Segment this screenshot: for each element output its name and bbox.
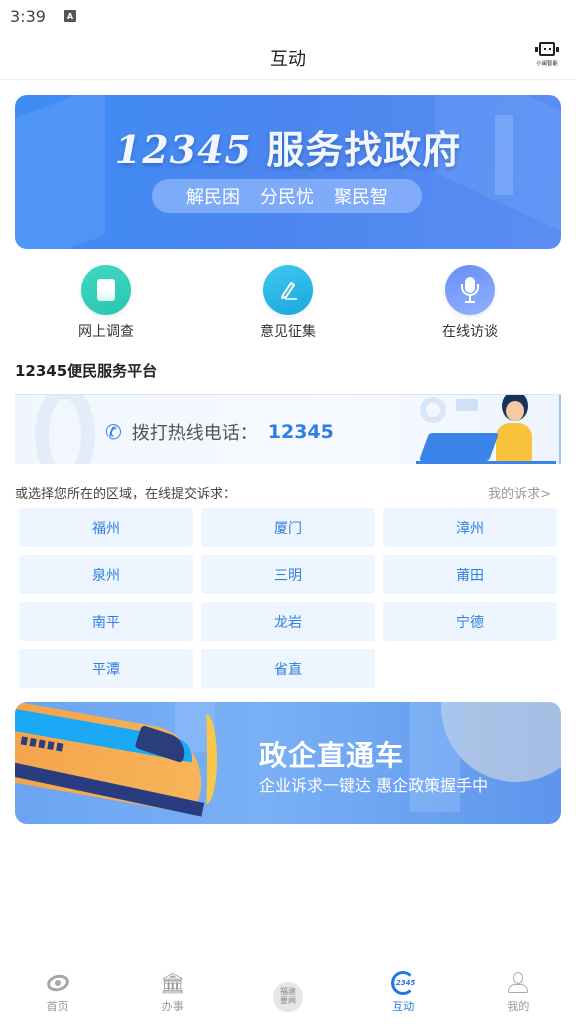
phone-icon: ✆ <box>105 420 122 444</box>
region-fuzhou-button[interactable]: 福州 <box>19 508 193 547</box>
region-nanping-button[interactable]: 南平 <box>19 602 193 641</box>
tab-mine[interactable]: 我的 <box>461 970 576 1024</box>
survey-icon <box>81 265 131 315</box>
quick-action-interview[interactable]: 在线访谈 <box>410 265 530 341</box>
government-building-icon: 🏛 <box>160 971 186 995</box>
hotline-12345-icon: 12345 <box>391 971 415 995</box>
pen-icon <box>263 265 313 315</box>
quick-action-label: 意见征集 <box>260 324 316 340</box>
fujian-news-icon: 福建 要闻 <box>273 982 303 1012</box>
section-title: 12345便民服务平台 <box>15 362 158 380</box>
banner-title-number: 12345 <box>114 127 252 172</box>
customer-service-illustration <box>416 395 561 464</box>
region-grid: 福州 厦门 漳州 泉州 三明 莆田 南平 龙岩 宁德 平潭 省直 <box>19 508 557 688</box>
hero-banner[interactable]: 12345 服务找政府 解民困 分民忧 聚民智 <box>15 95 561 249</box>
notification-a-icon: A <box>63 10 76 22</box>
enterprise-banner-title: 政企直通车 <box>259 739 405 772</box>
region-provincial-button[interactable]: 省直 <box>201 649 375 688</box>
tab-label: 办事 <box>161 1000 184 1013</box>
tab-fujian-news[interactable]: 福建 要闻 <box>230 970 345 1024</box>
tab-label: 首页 <box>46 1000 69 1013</box>
banner-title: 12345 服务找政府 <box>15 119 561 174</box>
tab-interaction[interactable]: 12345 互动 <box>346 970 461 1024</box>
user-icon <box>508 972 529 994</box>
hotline-decoration <box>35 395 95 464</box>
tab-services[interactable]: 🏛 办事 <box>115 970 230 1024</box>
region-ningde-button[interactable]: 宁德 <box>383 602 557 641</box>
robot-icon <box>535 42 559 56</box>
bottom-tab-bar: 首页 🏛 办事 福建 要闻 12345 互动 我的 <box>0 970 576 1024</box>
slogan: 聚民智 <box>334 187 388 208</box>
my-appeals-link[interactable]: 我的诉求> <box>488 483 551 502</box>
region-xiamen-button[interactable]: 厦门 <box>201 508 375 547</box>
region-sanming-button[interactable]: 三明 <box>201 555 375 594</box>
region-zhangzhou-button[interactable]: 漳州 <box>383 508 557 547</box>
status-bar: 3:39 A <box>0 0 576 32</box>
assistant-button[interactable]: 小闽智能 <box>532 42 562 67</box>
region-quanzhou-button[interactable]: 泉州 <box>19 555 193 594</box>
microphone-icon <box>445 265 495 315</box>
hotline-banner[interactable]: ✆ 拨打热线电话： 12345 <box>15 394 561 464</box>
train-illustration-wing <box>195 714 217 804</box>
region-putian-button[interactable]: 莆田 <box>383 555 557 594</box>
quick-action-label: 在线访谈 <box>442 324 498 340</box>
assistant-label: 小闽智能 <box>536 60 558 67</box>
quick-action-survey[interactable]: 网上调查 <box>46 265 166 341</box>
region-longyan-button[interactable]: 龙岩 <box>201 602 375 641</box>
tab-label: 我的 <box>507 1000 530 1013</box>
region-prompt: 或选择您所在的区域，在线提交诉求： <box>15 487 237 502</box>
tab-home[interactable]: 首页 <box>0 970 115 1024</box>
header: 互动 小闽智能 <box>0 36 576 80</box>
status-time: 3:39 <box>10 6 46 26</box>
region-pingtan-button[interactable]: 平潭 <box>19 649 193 688</box>
banner-slogans: 解民困 分民忧 聚民智 <box>152 179 422 213</box>
enterprise-banner[interactable]: 政企直通车 企业诉求一键达 惠企政策握手中 <box>15 702 561 824</box>
quick-action-label: 网上调查 <box>78 324 134 340</box>
hotline-label: 拨打热线电话： <box>131 423 258 444</box>
home-eye-icon <box>44 972 71 994</box>
enterprise-banner-subtitle: 企业诉求一键达 惠企政策握手中 <box>259 776 489 795</box>
hotline-call: ✆ 拨打热线电话： 12345 <box>105 419 334 445</box>
slogan: 解民困 <box>186 187 240 208</box>
banner-title-text: 服务找政府 <box>266 128 462 172</box>
quick-action-opinion[interactable]: 意见征集 <box>228 265 348 341</box>
page-title: 互动 <box>270 48 306 70</box>
hotline-number: 12345 <box>267 421 334 443</box>
tab-label: 互动 <box>392 1000 415 1013</box>
slogan: 分民忧 <box>260 187 314 208</box>
